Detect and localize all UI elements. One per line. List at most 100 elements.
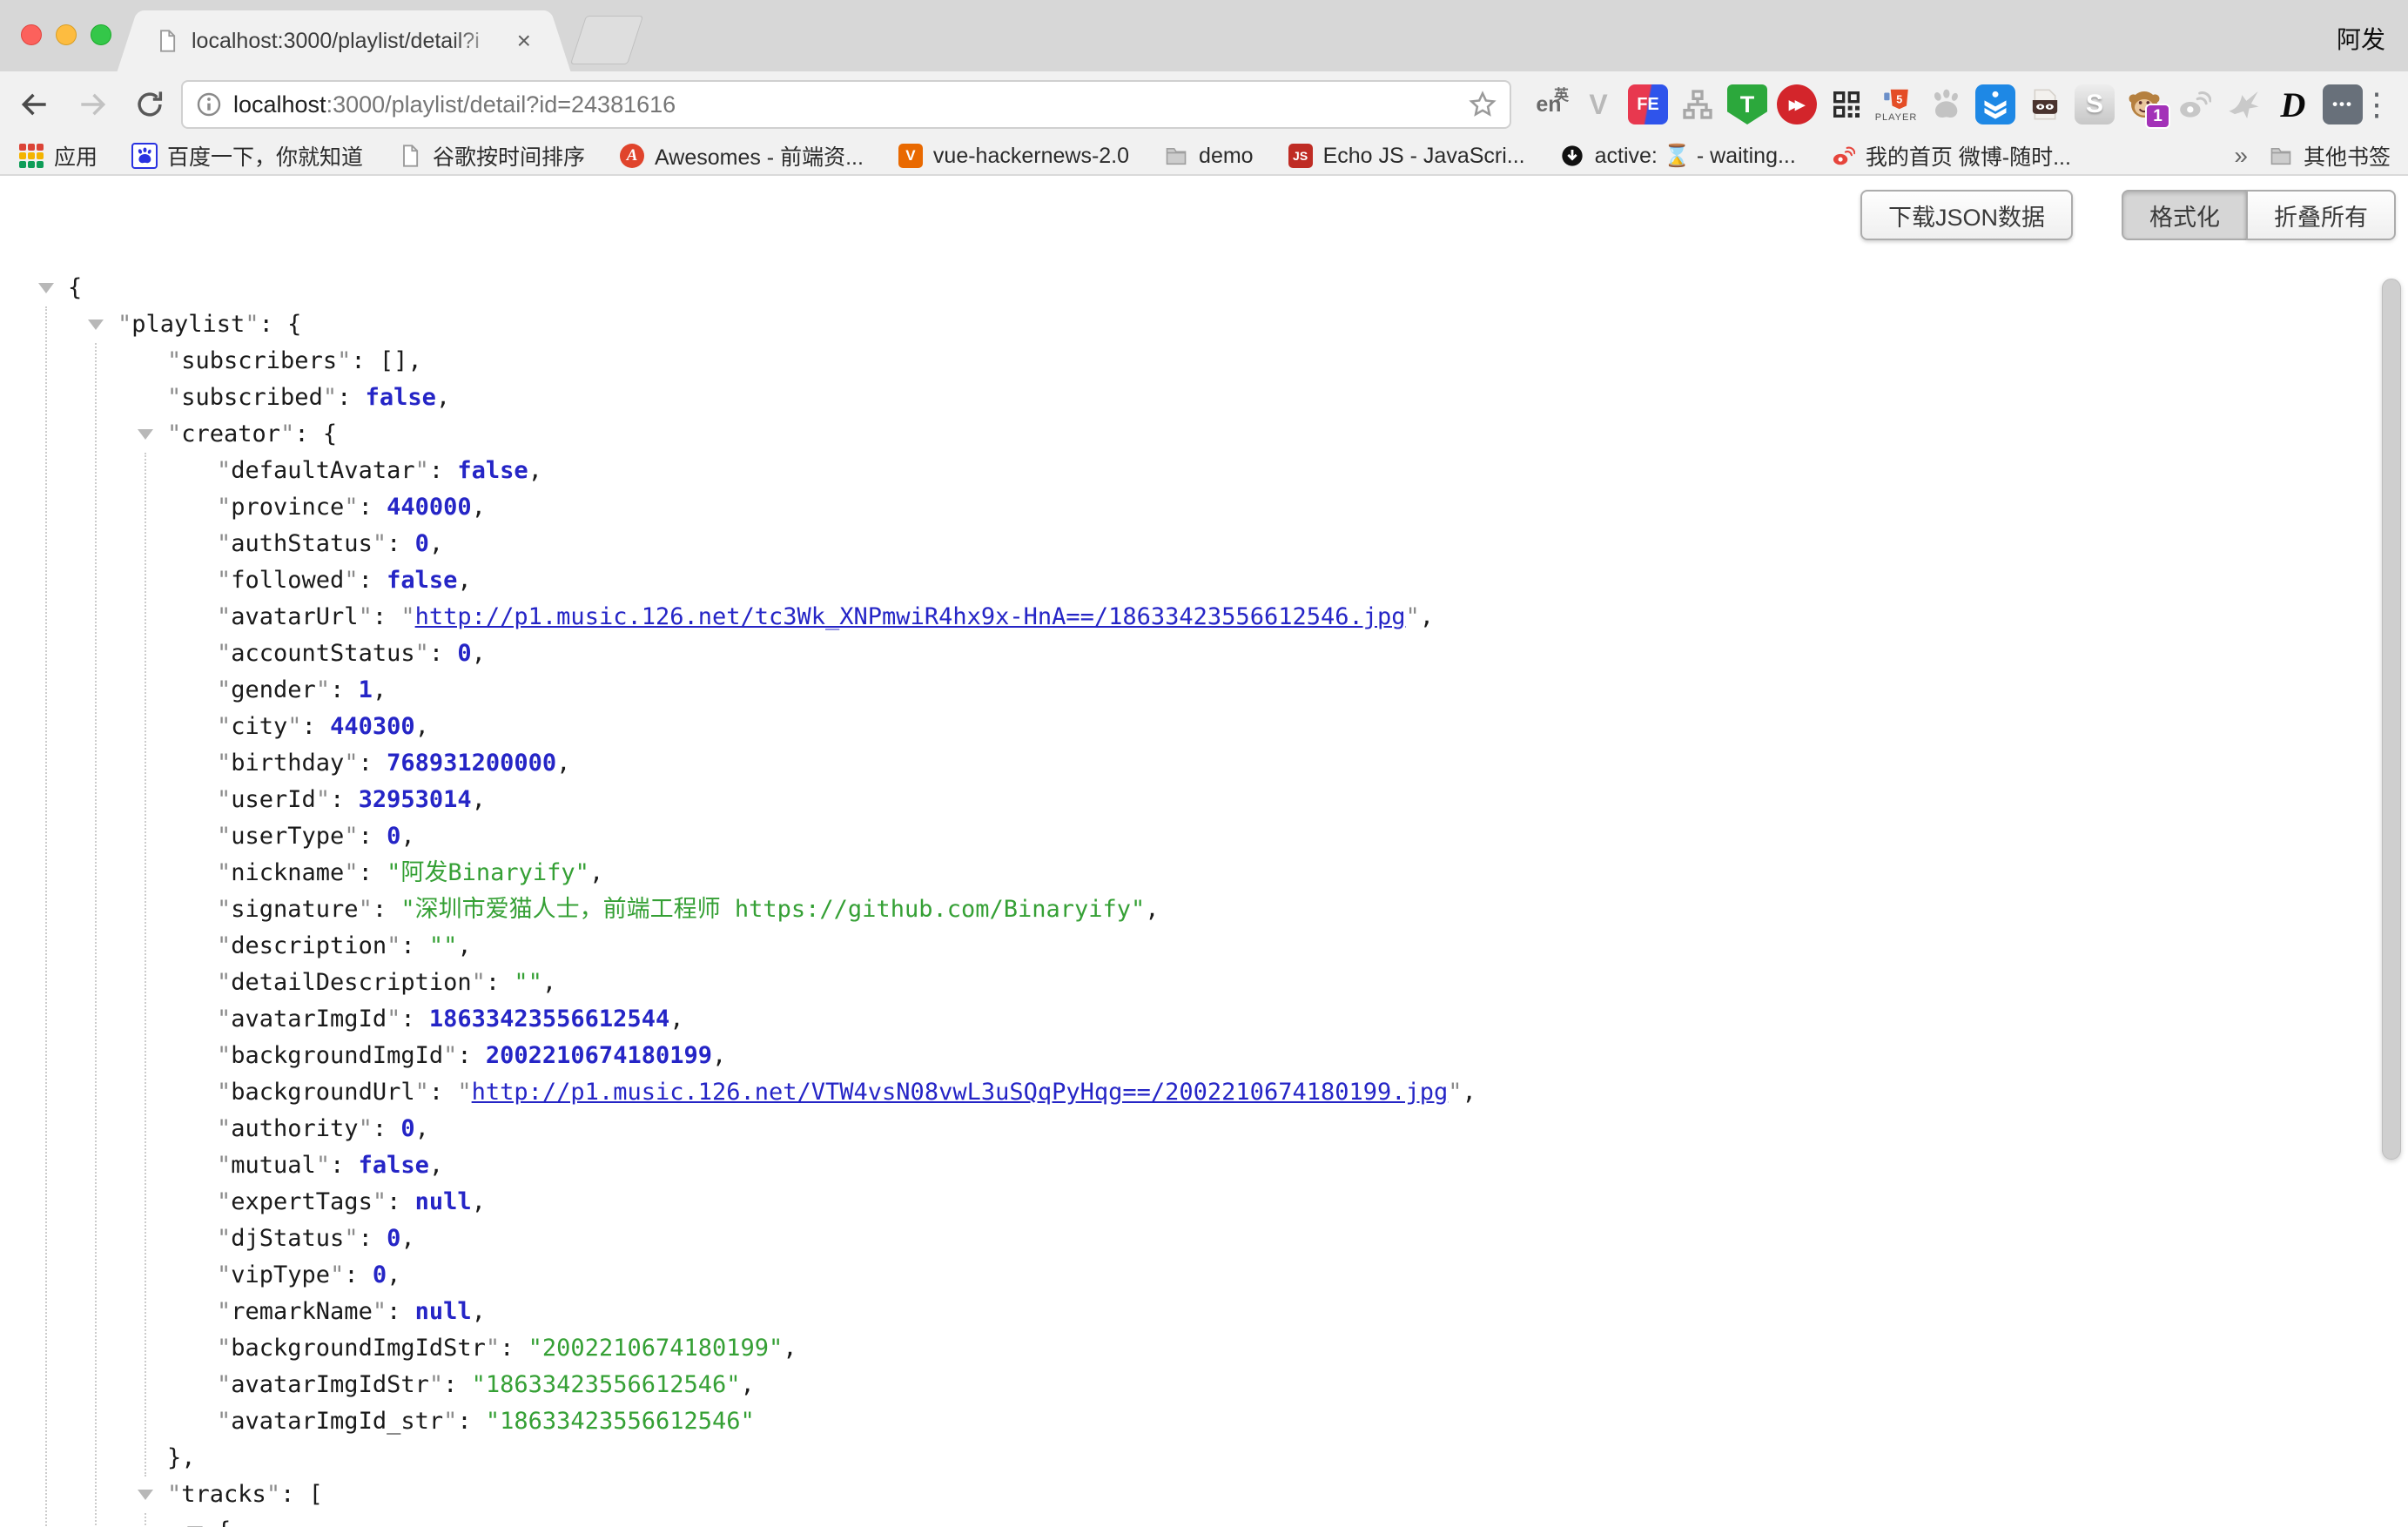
profile-name[interactable]: 阿发 xyxy=(2337,21,2385,56)
baidu-paw-icon xyxy=(131,143,158,169)
json-line: "avatarUrl": "http://p1.music.126.net/tc… xyxy=(0,599,2408,636)
format-button[interactable]: 格式化 xyxy=(2122,190,2248,240)
json-link[interactable]: http://p1.music.126.net/VTW4vsN08vwL3uSQ… xyxy=(472,1079,1449,1106)
url-host: localhost xyxy=(233,91,326,118)
collapse-triangle-icon[interactable] xyxy=(88,320,104,330)
vue-icon[interactable]: V xyxy=(1578,84,1618,124)
dark-mode-icon[interactable]: D xyxy=(2273,84,2313,124)
json-link[interactable]: http://p1.music.126.net/tc3Wk_XNPmwiR4hx… xyxy=(415,603,1406,630)
sass-icon[interactable]: S xyxy=(2075,84,2115,124)
json-value: null xyxy=(415,1188,472,1215)
collapse-all-button[interactable]: 折叠所有 xyxy=(2246,190,2396,240)
json-line: "description": "", xyxy=(0,928,2408,965)
bookmark-item[interactable]: 谷歌按时间排序 xyxy=(396,140,585,172)
monkey-icon[interactable]: 1 xyxy=(2124,84,2164,124)
document-icon xyxy=(396,143,424,169)
json-key: gender xyxy=(231,676,316,703)
json-key: authority xyxy=(231,1115,358,1142)
echojs-icon: JS xyxy=(1287,143,1315,169)
forward-button[interactable] xyxy=(71,84,113,125)
weibo-grey-icon[interactable] xyxy=(2174,84,2214,124)
folder-icon xyxy=(1162,143,1190,169)
json-line: "tracks": [ xyxy=(0,1477,2408,1513)
video-speed-icon[interactable]: ▸▸ xyxy=(1777,84,1817,124)
json-key: followed xyxy=(231,567,344,594)
browser-tab[interactable]: localhost:3000/playlist/detail?i × xyxy=(141,10,547,71)
other-bookmarks-label: 其他书签 xyxy=(2304,140,2391,172)
json-line: "backgroundImgId": 2002210674180199, xyxy=(0,1038,2408,1074)
json-line: "expertTags": null, xyxy=(0,1184,2408,1221)
download-json-button[interactable]: 下载JSON数据 xyxy=(1860,190,2073,240)
tab-close-icon[interactable]: × xyxy=(517,29,531,53)
collapse-triangle-icon[interactable] xyxy=(138,429,153,440)
json-value: 阿发Binaryify xyxy=(400,859,575,886)
bookmark-label: active: ⌛ - waiting... xyxy=(1595,144,1796,169)
paw-icon[interactable] xyxy=(1926,84,1966,124)
json-key: tracks xyxy=(181,1481,266,1508)
bookmarks-overflow-chevron[interactable]: » xyxy=(2234,142,2248,170)
indent-guide xyxy=(145,453,146,1477)
url-text: localhost:3000/playlist/detail?id=243816… xyxy=(233,91,1468,118)
bookmark-label: Echo JS - JavaScri... xyxy=(1323,144,1525,169)
json-key: backgroundImgId xyxy=(231,1042,443,1069)
bookmark-item[interactable]: JS Echo JS - JavaScri... xyxy=(1287,143,1525,169)
toolbar: localhost:3000/playlist/detail?id=243816… xyxy=(0,71,2408,138)
json-tree: {"playlist": {"subscribers": [],"subscri… xyxy=(0,176,2408,1527)
new-tab-button[interactable] xyxy=(570,16,643,64)
bird-icon[interactable] xyxy=(2223,84,2263,124)
proxy-mask-icon[interactable] xyxy=(2025,84,2065,124)
fe-icon[interactable]: FE xyxy=(1628,84,1668,124)
collapse-triangle-icon[interactable] xyxy=(138,1490,153,1500)
json-line: "avatarImgId": 18633423556612544, xyxy=(0,1001,2408,1038)
other-bookmarks-folder[interactable]: 其他书签 xyxy=(2267,140,2391,172)
close-window-button[interactable] xyxy=(21,24,42,45)
json-value: 0 xyxy=(373,1261,387,1288)
url-bar[interactable]: localhost:3000/playlist/detail?id=243816… xyxy=(181,80,1511,129)
json-key: nickname xyxy=(231,859,344,886)
page-favicon-icon xyxy=(155,29,179,53)
back-button[interactable] xyxy=(14,84,56,125)
chrome-menu-icon[interactable]: ⋮ xyxy=(2358,84,2396,125)
collapse-triangle-icon[interactable] xyxy=(38,283,54,293)
bookmark-item[interactable]: active: ⌛ - waiting... xyxy=(1558,143,1796,169)
bookmark-item[interactable]: 我的首页 微博-随时... xyxy=(1829,140,2071,172)
json-value: false xyxy=(359,1152,429,1179)
indent-guide xyxy=(45,306,47,1527)
json-value: 18633423556612544 xyxy=(429,1006,669,1033)
json-value: 440000 xyxy=(387,494,472,521)
orgchart-icon[interactable] xyxy=(1678,84,1718,124)
json-value: 32953014 xyxy=(359,786,472,813)
bookmark-item[interactable]: 应用 xyxy=(17,140,98,172)
url-path: :3000/playlist/detail?id=24381616 xyxy=(326,91,676,118)
info-icon[interactable] xyxy=(195,91,223,118)
scrollbar-thumb[interactable] xyxy=(2382,279,2401,1160)
json-key: userId xyxy=(231,786,316,813)
json-line: "subscribed": false, xyxy=(0,380,2408,416)
bookmark-item[interactable]: Vvue-hackernews-2.0 xyxy=(897,143,1129,169)
svg-text:5: 5 xyxy=(1896,93,1902,105)
bookmark-label: 百度一下，你就知道 xyxy=(167,140,363,172)
json-key: avatarUrl xyxy=(231,603,358,630)
json-value: 1 xyxy=(359,676,373,703)
html5-player-icon[interactable]: 5PLAYER xyxy=(1876,84,1916,124)
bookmark-item[interactable]: demo xyxy=(1162,143,1254,169)
translate-icon[interactable]: en英 xyxy=(1529,84,1569,124)
downloader-icon[interactable] xyxy=(1975,84,2015,124)
bookmark-item[interactable]: AAwesomes - 前端资... xyxy=(618,140,864,172)
json-line: "accountStatus": 0, xyxy=(0,636,2408,672)
json-line: }, xyxy=(0,1440,2408,1477)
weibo-icon xyxy=(1829,143,1857,169)
reload-button[interactable] xyxy=(129,84,171,125)
json-value: 0 xyxy=(387,1225,400,1252)
json-line: "vipType": 0, xyxy=(0,1257,2408,1294)
maximize-window-button[interactable] xyxy=(91,24,111,45)
bookmark-label: 应用 xyxy=(54,140,98,172)
tampermonkey-shield-icon[interactable]: T xyxy=(1727,84,1767,124)
browser-window: localhost:3000/playlist/detail?i × 阿发 lo… xyxy=(0,0,2408,1527)
minimize-window-button[interactable] xyxy=(56,24,77,45)
bookmark-star-icon[interactable] xyxy=(1468,90,1497,119)
json-key: detailDescription xyxy=(231,969,471,996)
bookmark-item[interactable]: 百度一下，你就知道 xyxy=(131,140,363,172)
json-line: "playlist": { xyxy=(0,306,2408,343)
qr-code-icon[interactable] xyxy=(1826,84,1867,124)
